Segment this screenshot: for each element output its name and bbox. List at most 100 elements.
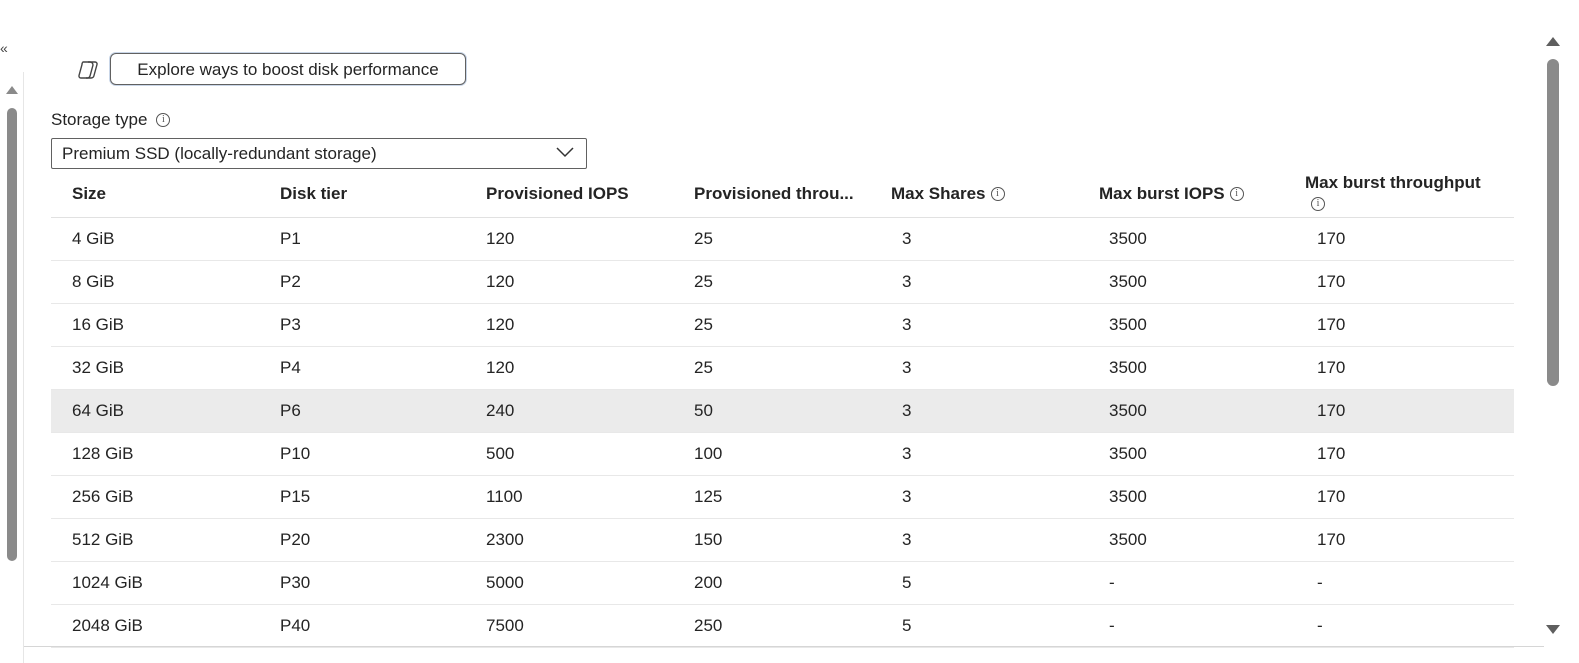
table-cell-throughput: 125 bbox=[694, 487, 723, 506]
table-cell-size: 8 GiB bbox=[72, 272, 115, 291]
table-cell-burst-iops: 3500 bbox=[1109, 272, 1147, 291]
column-header-label: Provisioned throu... bbox=[694, 183, 854, 203]
table-cell-iops: 120 bbox=[486, 315, 515, 334]
table-cell-tier: P4 bbox=[280, 358, 301, 377]
table-cell-burst-iops: 3500 bbox=[1109, 487, 1147, 506]
table-cell-throughput: 25 bbox=[694, 229, 713, 248]
table-cell-tier: P10 bbox=[280, 444, 311, 463]
table-cell-iops: 500 bbox=[486, 444, 515, 463]
table-cell-tier: P3 bbox=[280, 315, 301, 334]
column-header-provisioned-iops[interactable]: Provisioned IOPS bbox=[486, 170, 629, 217]
explore-boost-performance-button[interactable]: Explore ways to boost disk performance bbox=[110, 53, 466, 85]
table-row[interactable]: 1024 GiB P30 5000 200 5 - - bbox=[51, 562, 1514, 605]
table-cell-iops: 1100 bbox=[486, 487, 523, 506]
storage-type-label: Storage type bbox=[51, 110, 148, 129]
table-cell-tier: P40 bbox=[280, 616, 311, 635]
table-cell-size: 16 GiB bbox=[72, 315, 124, 334]
table-row[interactable]: 16 GiB P3 120 25 3 3500 170 bbox=[51, 304, 1514, 347]
table-cell-burst-iops: 3500 bbox=[1109, 530, 1147, 549]
table-cell-shares: 3 bbox=[902, 444, 912, 463]
table-cell-size: 2048 GiB bbox=[72, 616, 143, 635]
table-row[interactable]: 8 GiB P2 120 25 3 3500 170 bbox=[51, 261, 1514, 304]
column-header-max-burst-throughput[interactable]: Max burst throughput i bbox=[1305, 168, 1481, 215]
disk-size-table: Size Disk tier Provisioned IOPS Provisio… bbox=[51, 170, 1514, 648]
table-cell-shares: 3 bbox=[902, 229, 912, 248]
table-cell-burst-throughput: - bbox=[1317, 616, 1323, 635]
table-cell-throughput: 150 bbox=[694, 530, 723, 549]
table-cell-size: 32 GiB bbox=[72, 358, 124, 377]
collapse-chevron-icon[interactable]: « bbox=[0, 40, 8, 56]
table-cell-throughput: 25 bbox=[694, 358, 713, 377]
storage-type-dropdown[interactable]: Premium SSD (locally-redundant storage) bbox=[51, 138, 587, 169]
table-cell-burst-throughput: 170 bbox=[1317, 358, 1346, 377]
table-cell-shares: 5 bbox=[902, 616, 912, 635]
outer-scroll-down-arrow[interactable] bbox=[1546, 625, 1560, 634]
table-cell-iops: 120 bbox=[486, 358, 515, 377]
table-cell-tier: P1 bbox=[280, 229, 301, 248]
table-cell-burst-iops: 3500 bbox=[1109, 358, 1147, 377]
table-cell-size: 128 GiB bbox=[72, 444, 134, 463]
column-header-max-shares[interactable]: Max Shares i bbox=[891, 170, 1005, 217]
table-cell-burst-throughput: 170 bbox=[1317, 444, 1346, 463]
table-cell-burst-throughput: 170 bbox=[1317, 401, 1346, 420]
table-cell-size: 64 GiB bbox=[72, 401, 124, 420]
table-cell-burst-iops: - bbox=[1109, 573, 1115, 592]
table-cell-shares: 3 bbox=[902, 487, 912, 506]
column-header-size[interactable]: Size bbox=[72, 170, 106, 217]
inner-scrollbar-thumb[interactable] bbox=[7, 108, 17, 561]
column-header-label: Disk tier bbox=[280, 183, 348, 203]
table-row[interactable]: 128 GiB P10 500 100 3 3500 170 bbox=[51, 433, 1514, 476]
table-cell-throughput: 25 bbox=[694, 272, 713, 291]
column-header-label: Max burst IOPS bbox=[1099, 183, 1225, 203]
copilot-icon bbox=[78, 61, 98, 79]
table-cell-iops: 120 bbox=[486, 272, 515, 291]
table-cell-throughput: 200 bbox=[694, 573, 723, 592]
info-icon[interactable]: i bbox=[990, 186, 1005, 201]
column-header-provisioned-throughput[interactable]: Provisioned throu... bbox=[694, 170, 854, 217]
info-icon[interactable]: i bbox=[156, 113, 171, 127]
table-row[interactable]: 2048 GiB P40 7500 250 5 - - bbox=[51, 605, 1514, 648]
table-cell-tier: P20 bbox=[280, 530, 311, 549]
table-row[interactable]: 256 GiB P15 1100 125 3 3500 170 bbox=[51, 476, 1514, 519]
table-cell-burst-throughput: 170 bbox=[1317, 487, 1346, 506]
outer-scrollbar-thumb[interactable] bbox=[1547, 59, 1559, 386]
column-header-label: Max Shares bbox=[891, 183, 986, 203]
storage-type-label-row: Storage type i bbox=[51, 110, 171, 130]
column-header-label: Provisioned IOPS bbox=[486, 183, 629, 203]
info-icon[interactable]: i bbox=[1229, 186, 1244, 201]
table-row[interactable]: 64 GiB P6 240 50 3 3500 170 bbox=[51, 390, 1514, 433]
table-cell-throughput: 250 bbox=[694, 616, 723, 635]
table-cell-shares: 5 bbox=[902, 573, 912, 592]
column-header-disk-tier[interactable]: Disk tier bbox=[280, 170, 347, 217]
table-cell-tier: P30 bbox=[280, 573, 311, 592]
table-cell-burst-throughput: 170 bbox=[1317, 272, 1346, 291]
table-body: 4 GiB P1 120 25 3 3500 170 8 GiB P2 120 25 3 3500 170… bbox=[51, 218, 1514, 648]
table-cell-throughput: 100 bbox=[694, 444, 723, 463]
table-cell-iops: 5000 bbox=[486, 573, 524, 592]
column-header-max-burst-iops[interactable]: Max burst IOPS i bbox=[1099, 170, 1244, 217]
table-header: Size Disk tier Provisioned IOPS Provisio… bbox=[51, 170, 1514, 218]
inner-scroll-up-arrow[interactable] bbox=[6, 86, 18, 94]
table-cell-size: 256 GiB bbox=[72, 487, 134, 506]
info-icon[interactable]: i bbox=[1311, 196, 1325, 211]
storage-type-selected-value: Premium SSD (locally-redundant storage) bbox=[62, 144, 377, 163]
table-cell-tier: P2 bbox=[280, 272, 301, 291]
table-cell-shares: 3 bbox=[902, 401, 912, 420]
table-cell-tier: P15 bbox=[280, 487, 311, 506]
table-cell-size: 4 GiB bbox=[72, 229, 115, 248]
table-row[interactable]: 4 GiB P1 120 25 3 3500 170 bbox=[51, 218, 1514, 261]
table-cell-burst-throughput: 170 bbox=[1317, 530, 1346, 549]
table-row[interactable]: 32 GiB P4 120 25 3 3500 170 bbox=[51, 347, 1514, 390]
table-cell-shares: 3 bbox=[902, 272, 912, 291]
table-cell-iops: 7500 bbox=[486, 616, 524, 635]
left-divider bbox=[23, 72, 24, 663]
table-cell-shares: 3 bbox=[902, 530, 912, 549]
table-cell-burst-throughput: 170 bbox=[1317, 315, 1346, 334]
table-row[interactable]: 512 GiB P20 2300 150 3 3500 170 bbox=[51, 519, 1514, 562]
column-header-label: Max burst throughput bbox=[1305, 172, 1481, 192]
table-cell-burst-iops: 3500 bbox=[1109, 229, 1147, 248]
table-cell-throughput: 50 bbox=[694, 401, 713, 420]
outer-scroll-up-arrow[interactable] bbox=[1546, 37, 1560, 46]
disk-size-panel: « Explore ways to boost disk performance… bbox=[0, 0, 1579, 663]
table-cell-size: 512 GiB bbox=[72, 530, 134, 549]
